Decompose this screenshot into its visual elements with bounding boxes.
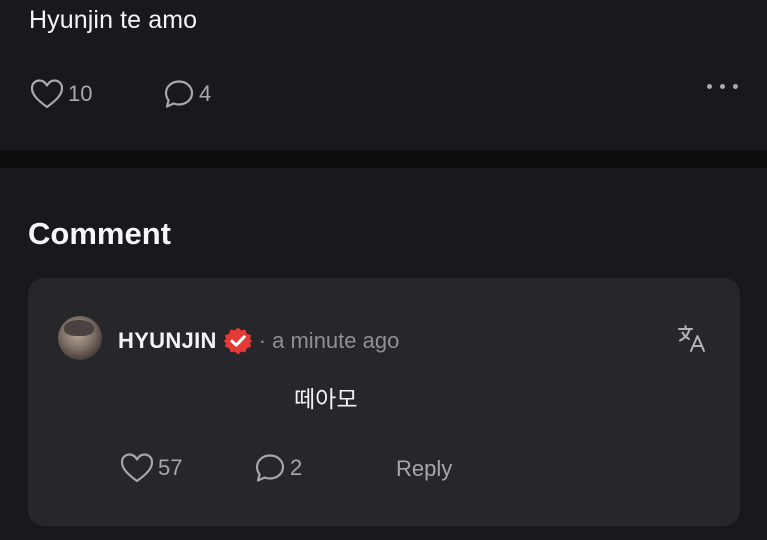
dot bbox=[733, 84, 738, 89]
comment-text: 떼아모 bbox=[294, 387, 358, 413]
post-text: Hyunjin te amo bbox=[29, 6, 198, 34]
post-actions: 10 4 bbox=[30, 78, 740, 110]
comment-like-button[interactable]: 57 bbox=[120, 452, 182, 484]
heart-icon bbox=[30, 79, 64, 109]
post: Hyunjin te amo 10 4 bbox=[0, 0, 767, 150]
speech-bubble-icon bbox=[255, 454, 285, 482]
verified-badge-icon bbox=[223, 327, 253, 355]
avatar[interactable] bbox=[58, 316, 102, 360]
section-title: Comment bbox=[28, 216, 171, 251]
comment-reply-count-button[interactable]: 2 bbox=[254, 452, 302, 484]
more-dots-icon[interactable] bbox=[707, 84, 738, 89]
speech-bubble-icon bbox=[164, 80, 194, 108]
comment-section: Comment HYUNJIN · a minute ago 떼아모 57 2 … bbox=[0, 168, 767, 540]
comment-username[interactable]: HYUNJIN bbox=[118, 328, 217, 354]
post-like-count: 10 bbox=[68, 81, 93, 106]
reply-button[interactable]: Reply bbox=[396, 456, 452, 482]
comment-actions: 57 2 Reply bbox=[120, 452, 520, 484]
comment-like-count: 57 bbox=[158, 455, 183, 480]
section-divider bbox=[0, 150, 767, 168]
heart-icon bbox=[120, 453, 154, 483]
post-comment-button[interactable]: 4 bbox=[163, 78, 211, 110]
dot bbox=[720, 84, 725, 89]
dot bbox=[707, 84, 712, 89]
translate-icon[interactable] bbox=[676, 322, 708, 354]
comment-time: · a minute ago bbox=[258, 328, 400, 353]
post-comment-count: 4 bbox=[199, 81, 212, 106]
comment-card: HYUNJIN · a minute ago 떼아모 57 2 Reply bbox=[28, 278, 740, 526]
comment-reply-count: 2 bbox=[290, 455, 303, 480]
comment-meta: HYUNJIN · a minute ago bbox=[118, 326, 399, 356]
post-like-button[interactable]: 10 bbox=[30, 78, 92, 110]
